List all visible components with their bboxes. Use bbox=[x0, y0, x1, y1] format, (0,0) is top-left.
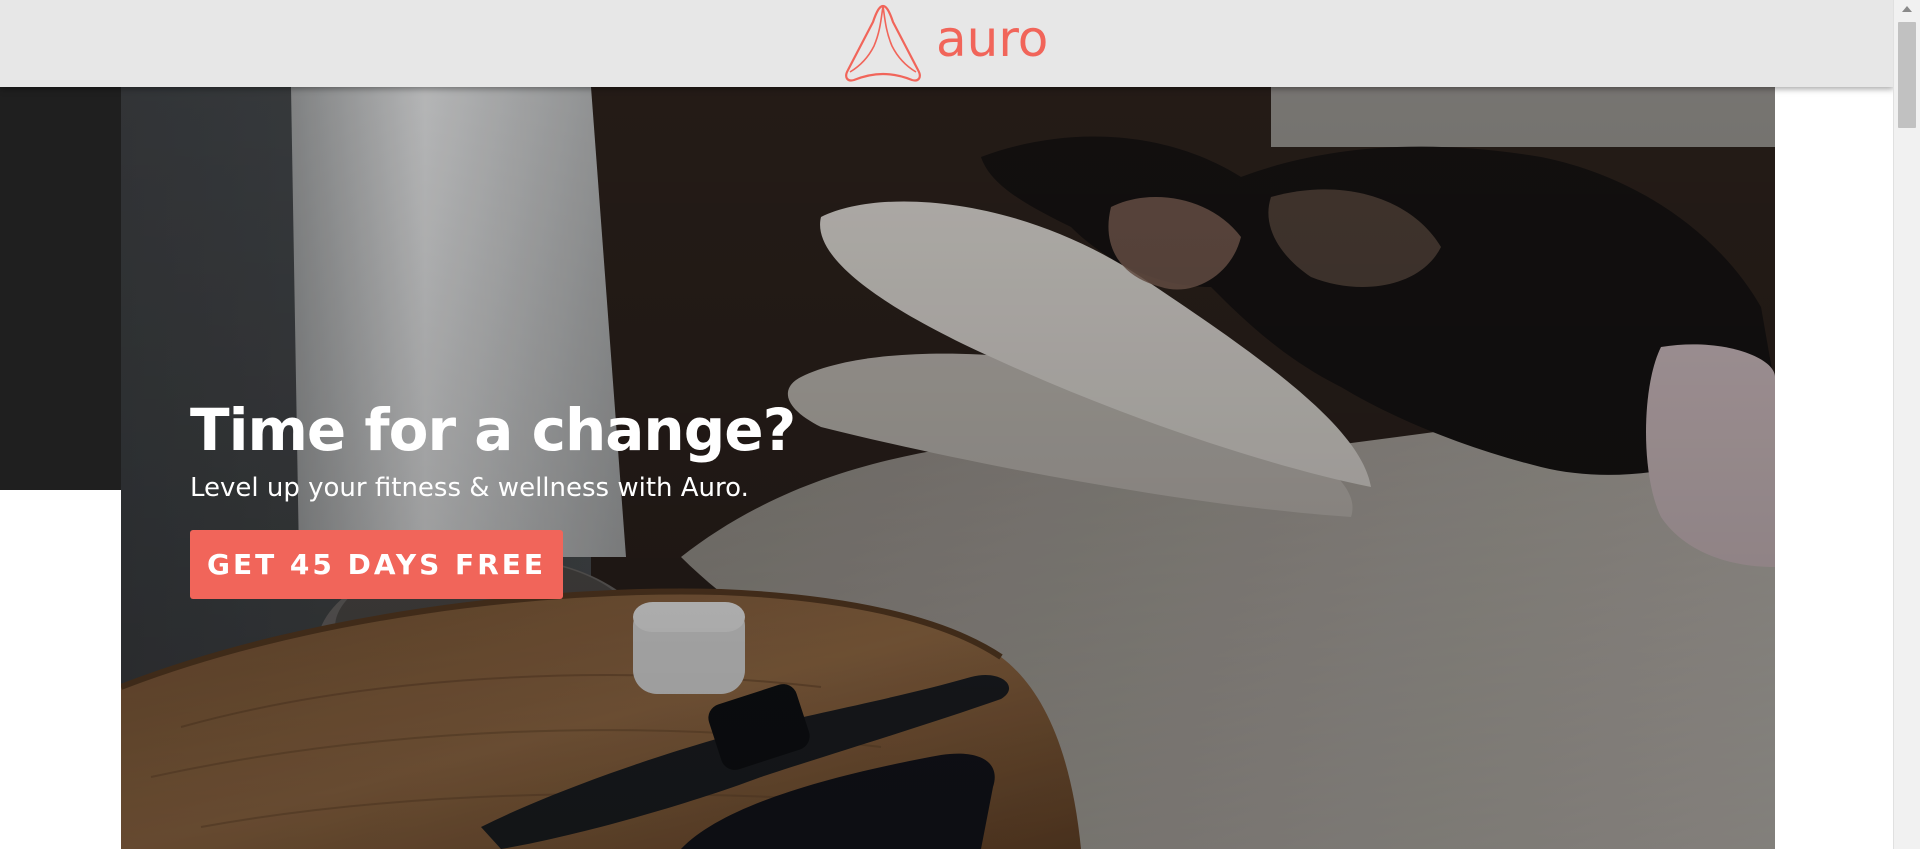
dark-side-panel bbox=[0, 87, 121, 490]
hero-section: Time for a change? Level up your fitness… bbox=[121, 87, 1775, 849]
get-free-trial-button[interactable]: GET 45 DAYS FREE bbox=[190, 529, 563, 599]
hero-subtitle: Level up your fitness & wellness with Au… bbox=[190, 472, 749, 503]
vertical-scrollbar[interactable] bbox=[1893, 0, 1920, 849]
site-header: auro bbox=[0, 0, 1894, 87]
page: auro Time for a change? Level up your fi… bbox=[0, 0, 1920, 849]
logo-text: auro bbox=[936, 10, 1049, 68]
auro-triangle-logo-icon bbox=[845, 4, 921, 82]
hero-title: Time for a change? bbox=[190, 396, 796, 464]
scrollbar-thumb[interactable] bbox=[1898, 22, 1916, 128]
scroll-up-arrow-icon[interactable] bbox=[1902, 6, 1912, 12]
hero-content: Time for a change? Level up your fitness… bbox=[190, 396, 796, 599]
logo-link[interactable]: auro bbox=[840, 2, 1048, 84]
